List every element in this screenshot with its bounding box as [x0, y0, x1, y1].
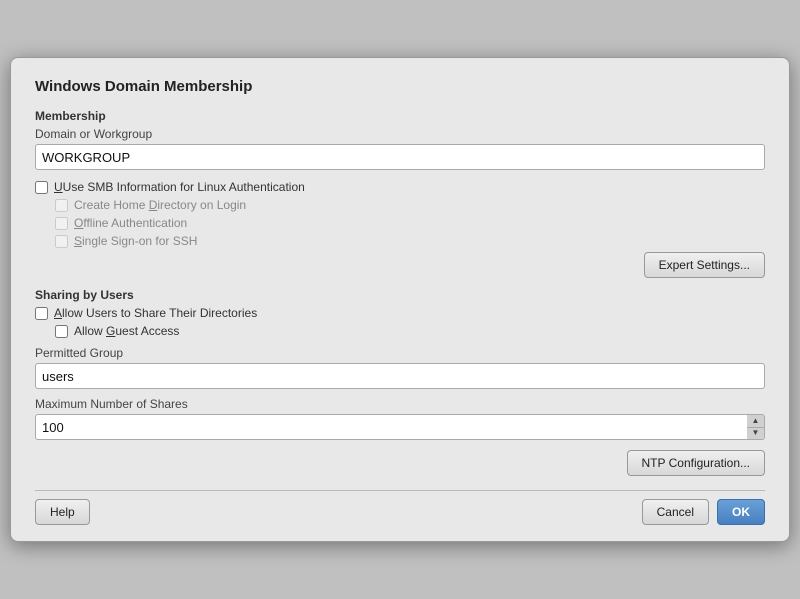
sharing-section: Sharing by Users Allow Users to Share Th… — [35, 288, 765, 440]
max-shares-spinner-wrap: ▲ ▼ — [35, 414, 765, 440]
dialog-title: Windows Domain Membership — [35, 78, 765, 95]
permitted-group-input[interactable] — [35, 363, 765, 389]
create-home-checkbox[interactable] — [55, 199, 68, 212]
max-shares-decrement-button[interactable]: ▼ — [747, 428, 764, 440]
domain-input[interactable] — [35, 144, 765, 170]
max-shares-label: Maximum Number of Shares — [35, 397, 765, 411]
allow-users-label[interactable]: Allow Users to Share Their Directories — [54, 306, 257, 320]
dialog: Windows Domain Membership Membership Dom… — [10, 57, 790, 542]
single-sign-row: Single Sign-on for SSH — [35, 234, 765, 248]
permitted-group-label: Permitted Group — [35, 346, 765, 360]
ok-button[interactable]: OK — [717, 499, 765, 525]
bottom-bar-right: Cancel OK — [642, 499, 765, 525]
single-sign-checkbox[interactable] — [55, 235, 68, 248]
max-shares-increment-button[interactable]: ▲ — [747, 415, 764, 428]
allow-guest-row: Allow Guest Access — [35, 324, 765, 338]
use-smb-label-text: Use SMB Information for Linux Authentica… — [63, 180, 305, 194]
domain-label-text: Domain or Workgroup — [35, 127, 152, 141]
expert-settings-button[interactable]: Expert Settings... — [644, 252, 765, 278]
offline-auth-checkbox[interactable] — [55, 217, 68, 230]
membership-section-label: Membership — [35, 109, 765, 123]
use-smb-row: UUse SMB Information for Linux Authentic… — [35, 180, 765, 194]
offline-auth-row: Offline Authentication — [35, 216, 765, 230]
create-home-label: Create Home Directory on Login — [74, 198, 246, 212]
ntp-row: NTP Configuration... — [35, 450, 765, 476]
membership-section: Membership Domain or Workgroup UUse SMB … — [35, 109, 765, 248]
max-shares-input[interactable] — [35, 414, 747, 440]
max-shares-spinner-buttons: ▲ ▼ — [747, 414, 765, 440]
use-smb-checkbox[interactable] — [35, 181, 48, 194]
offline-auth-label: Offline Authentication — [74, 216, 187, 230]
domain-or-workgroup-label: Domain or Workgroup — [35, 127, 765, 141]
permitted-group-field: Permitted Group — [35, 346, 765, 389]
ntp-configuration-button[interactable]: NTP Configuration... — [627, 450, 766, 476]
help-button[interactable]: Help — [35, 499, 90, 525]
max-shares-field: Maximum Number of Shares ▲ ▼ — [35, 397, 765, 440]
create-home-row: Create Home Directory on Login — [35, 198, 765, 212]
allow-guest-label[interactable]: Allow Guest Access — [74, 324, 179, 338]
use-smb-label[interactable]: UUse SMB Information for Linux Authentic… — [54, 180, 305, 194]
allow-users-row: Allow Users to Share Their Directories — [35, 306, 765, 320]
expert-settings-row: Expert Settings... — [35, 252, 765, 278]
sharing-section-label: Sharing by Users — [35, 288, 765, 302]
allow-guest-checkbox[interactable] — [55, 325, 68, 338]
cancel-button[interactable]: Cancel — [642, 499, 709, 525]
allow-users-checkbox[interactable] — [35, 307, 48, 320]
bottom-bar: Help Cancel OK — [35, 490, 765, 525]
single-sign-label: Single Sign-on for SSH — [74, 234, 197, 248]
